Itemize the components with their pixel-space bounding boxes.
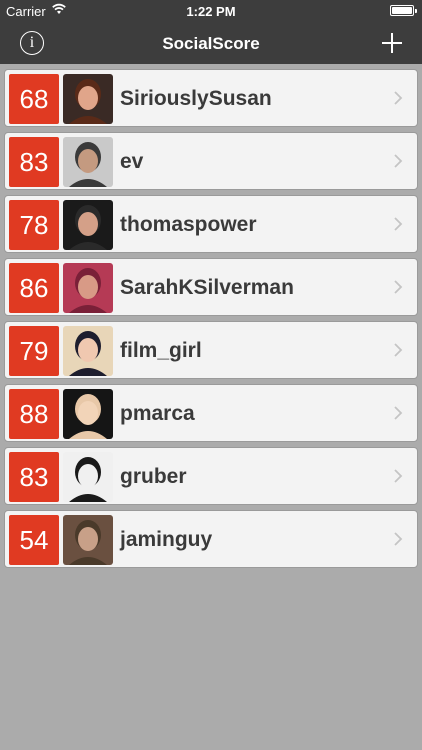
- avatar: [63, 452, 113, 502]
- avatar: [63, 200, 113, 250]
- score-badge: 78: [9, 200, 59, 250]
- list-item[interactable]: 83 gruber: [4, 447, 418, 505]
- avatar: [63, 263, 113, 313]
- avatar: [63, 137, 113, 187]
- score-badge: 83: [9, 137, 59, 187]
- chevron-right-icon: [393, 153, 403, 169]
- chevron-right-icon: [393, 216, 403, 232]
- score-badge: 79: [9, 326, 59, 376]
- username: ev: [120, 150, 144, 173]
- username: thomaspower: [120, 213, 257, 236]
- avatar: [63, 326, 113, 376]
- list-item[interactable]: 78 thomaspower: [4, 195, 418, 253]
- page-title: SocialScore: [162, 34, 260, 53]
- chevron-right-icon: [393, 342, 403, 358]
- chevron-right-icon: [393, 468, 403, 484]
- username: jaminguy: [120, 528, 213, 551]
- list-item[interactable]: 54 jaminguy: [4, 510, 418, 568]
- chevron-right-icon: [393, 279, 403, 295]
- username: film_girl: [120, 339, 202, 362]
- score-badge: 68: [9, 74, 59, 124]
- chevron-right-icon: [393, 405, 403, 421]
- clock: 1:22 PM: [186, 4, 236, 19]
- list-item[interactable]: 86 SarahKSilverman: [4, 258, 418, 316]
- username: gruber: [120, 465, 187, 488]
- avatar: [63, 74, 113, 124]
- navigation-bar: i SocialScore: [0, 22, 422, 64]
- list-item[interactable]: 79 film_girl: [4, 321, 418, 379]
- chevron-right-icon: [393, 90, 403, 106]
- avatar: [63, 515, 113, 565]
- battery-icon: [390, 5, 417, 16]
- score-badge: 86: [9, 263, 59, 313]
- status-bar: Carrier 1:22 PM: [0, 0, 422, 22]
- score-badge: 54: [9, 515, 59, 565]
- avatar: [63, 389, 113, 439]
- list-item[interactable]: 83 ev: [4, 132, 418, 190]
- username: SiriouslySusan: [120, 87, 272, 110]
- score-badge: 83: [9, 452, 59, 502]
- username: pmarca: [120, 402, 195, 425]
- list-item[interactable]: 68 SiriouslySusan: [4, 69, 418, 127]
- username: SarahKSilverman: [120, 276, 294, 299]
- plus-icon[interactable]: [380, 25, 404, 57]
- list-item[interactable]: 88 pmarca: [4, 384, 418, 442]
- chevron-right-icon: [393, 531, 403, 547]
- user-list: 68 SiriouslySusan 83 ev 78 thomaspower 8…: [4, 69, 418, 573]
- score-badge: 88: [9, 389, 59, 439]
